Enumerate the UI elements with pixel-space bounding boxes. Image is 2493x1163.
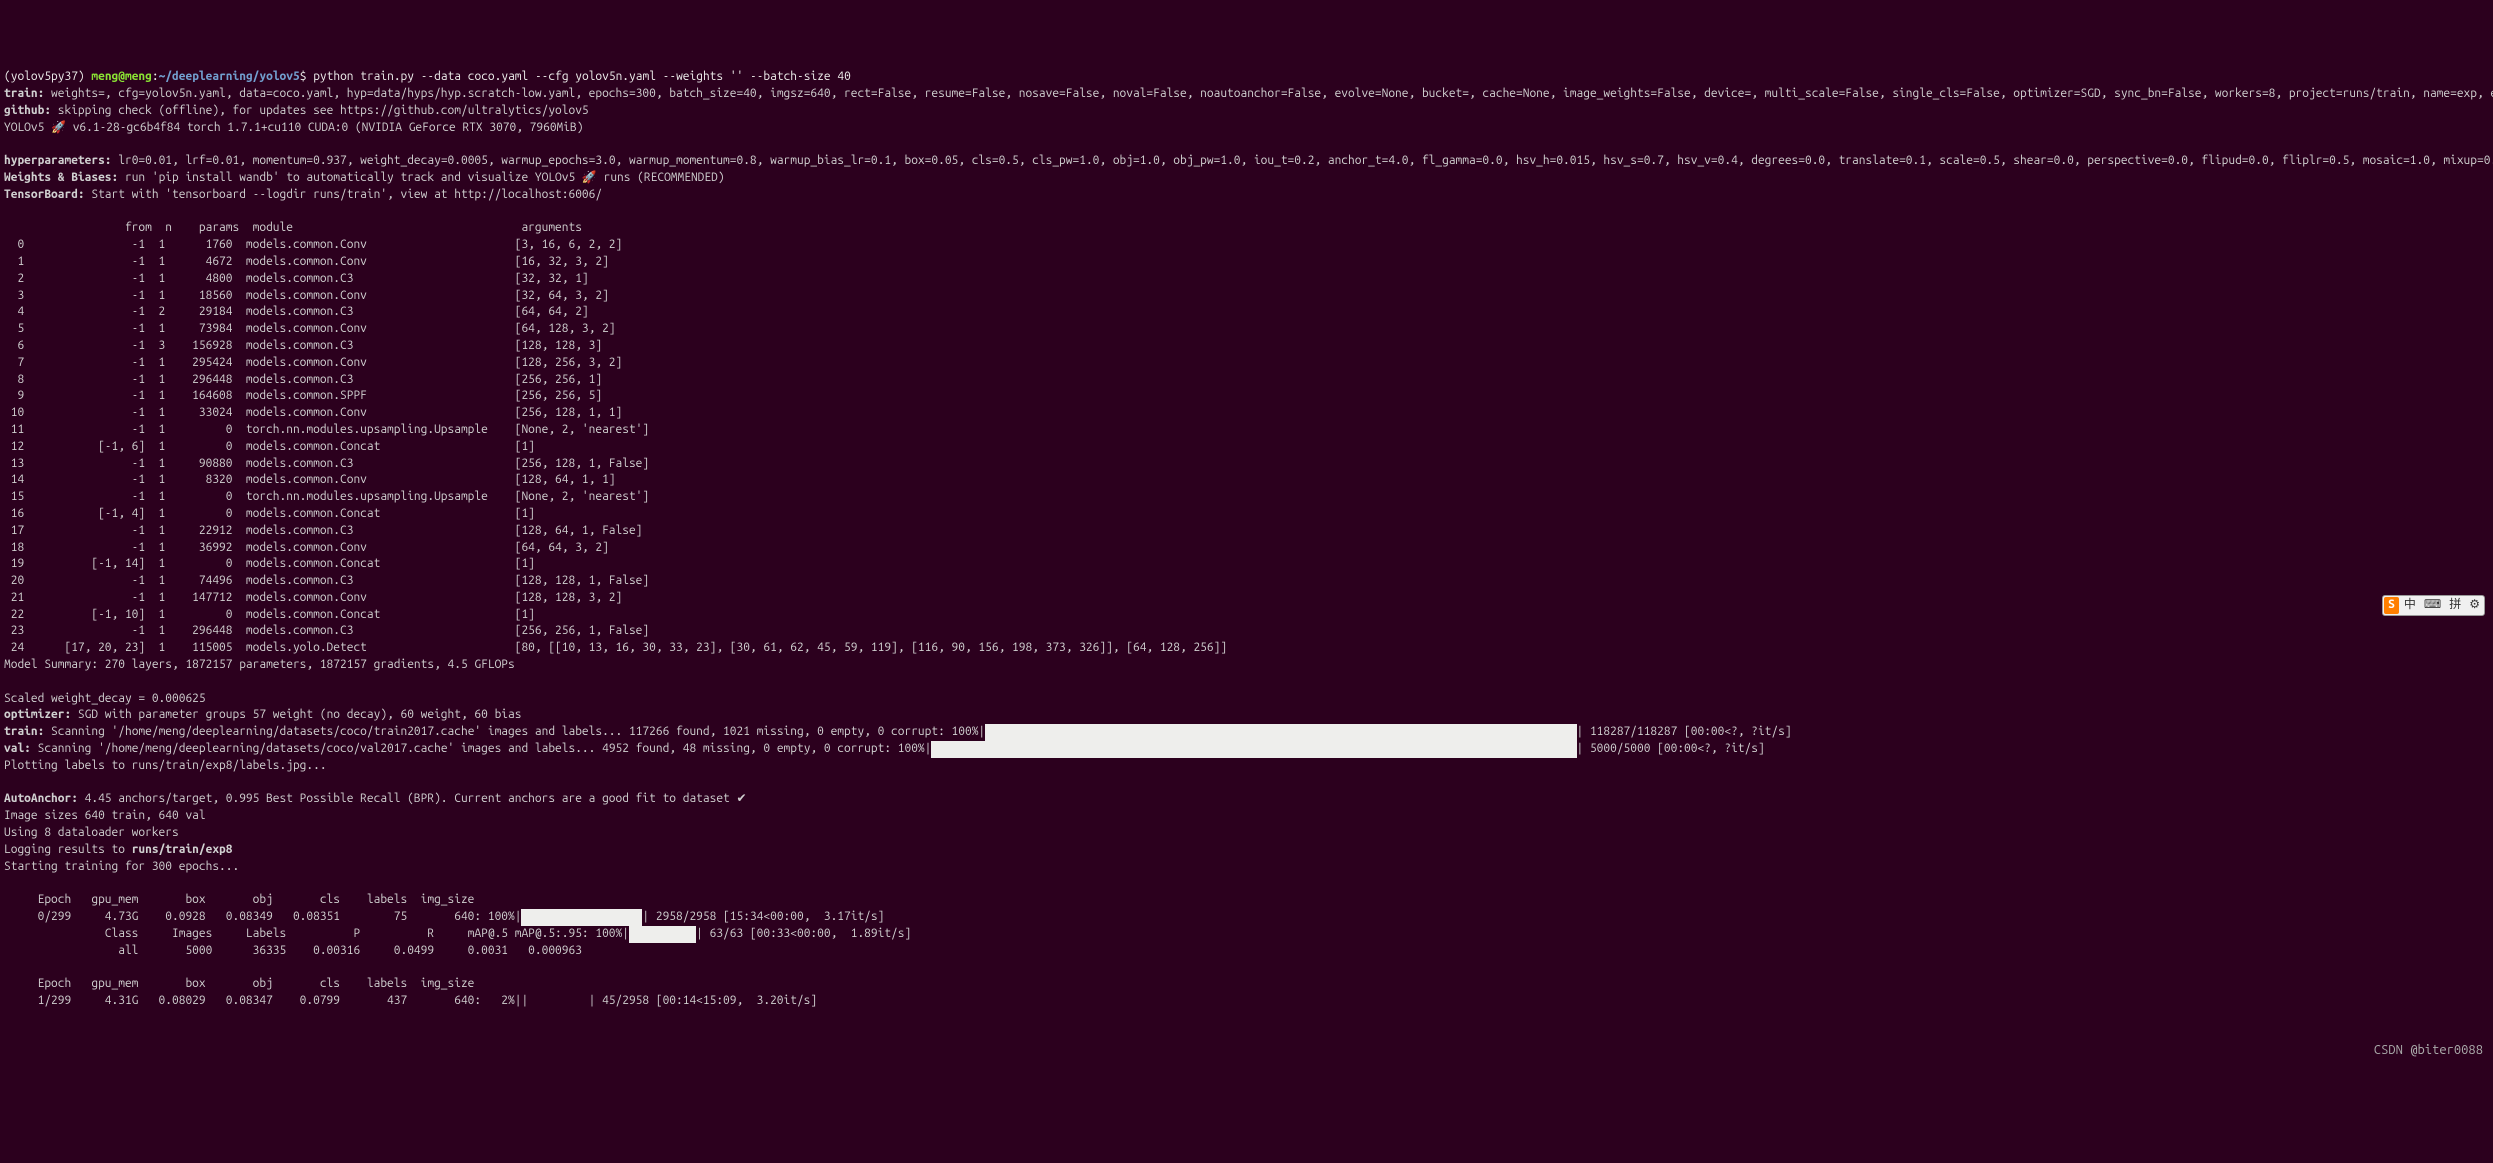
yolov5-version: YOLOv5 🚀 v6.1-28-gc6b4f84 torch 1.7.1+cu… — [4, 121, 583, 134]
keyboard-icon[interactable]: ⌨ — [2421, 597, 2444, 614]
model-row: 19 [-1, 14] 1 0 models.common.Concat [1] — [4, 557, 716, 570]
gear-icon[interactable]: ⚙ — [2466, 597, 2483, 614]
class-line: Class Images Labels P R mAP@.5 mAP@.5:.9… — [4, 927, 629, 940]
model-summary: Model Summary: 270 layers, 1872157 param… — [4, 658, 515, 671]
val-scan-label: val: — [4, 742, 31, 755]
model-row: 2 -1 1 4800 models.common.C3 [32, 32, 1] — [4, 272, 716, 285]
prompt-user: meng@meng — [91, 70, 151, 83]
autoanchor-label: AutoAnchor: — [4, 792, 78, 805]
model-row: 21 -1 1 147712 models.common.Conv [128, … — [4, 591, 716, 604]
tensorboard-label: TensorBoard: — [4, 188, 85, 201]
epoch-header: Epoch gpu_mem box obj cls labels img_siz… — [4, 893, 474, 906]
model-row: 8 -1 1 296448 models.common.C3 [256, 256… — [4, 373, 716, 386]
autoanchor-line: 4.45 anchors/target, 0.995 Best Possible… — [78, 792, 747, 805]
model-row: 4 -1 2 29184 models.common.C3 [64, 64, 2… — [4, 305, 716, 318]
watermark-text: CSDN @biter0088 — [2374, 1041, 2483, 1059]
model-row: 12 [-1, 6] 1 0 models.common.Concat [1] — [4, 440, 716, 453]
model-row: 11 -1 1 0 torch.nn.modules.upsampling.Up… — [4, 423, 716, 436]
github-label: github: — [4, 104, 51, 117]
train-scan-end: | 118287/118287 [00:00<?, ?it/s] — [1577, 725, 1792, 738]
model-row: 7 -1 1 295424 models.common.Conv [128, 2… — [4, 356, 716, 369]
prompt-dollar: $ — [300, 70, 307, 83]
progress-bar — [985, 724, 1576, 741]
val-scan-line: Scanning '/home/meng/deeplearning/datase… — [31, 742, 932, 755]
train-scan-line: Scanning '/home/meng/deeplearning/datase… — [44, 725, 985, 738]
model-row: 23 -1 1 296448 models.common.C3 [256, 25… — [4, 624, 716, 637]
train-args: weights=, cfg=yolov5n.yaml, data=coco.ya… — [44, 87, 2493, 100]
ime-pinyin[interactable]: 拼 — [2446, 597, 2464, 614]
class-line-post: | 63/63 [00:33<00:00, 1.89it/s] — [696, 927, 911, 940]
logging-path: runs/train/exp8 — [132, 843, 233, 856]
model-row: 0 -1 1 1760 models.common.Conv [3, 16, 6… — [4, 238, 716, 251]
optimizer-line: SGD with parameter groups 57 weight (no … — [71, 708, 521, 721]
terminal-output[interactable]: (yolov5py37) meng@meng:~/deeplearning/yo… — [4, 69, 2489, 1010]
model-row: 10 -1 1 33024 models.common.Conv [256, 1… — [4, 406, 716, 419]
logging-pre: Logging results to — [4, 843, 132, 856]
optimizer-label: optimizer: — [4, 708, 71, 721]
wandb-label: Weights & Biases: — [4, 171, 118, 184]
progress-bar — [521, 909, 642, 926]
ime-lang[interactable]: 中 — [2401, 597, 2419, 614]
model-row: 15 -1 1 0 torch.nn.modules.upsampling.Up… — [4, 490, 716, 503]
hyper-line: lr0=0.01, lrf=0.01, momentum=0.937, weig… — [112, 154, 2493, 167]
model-header: from n params module arguments — [4, 221, 723, 234]
progress-bar — [931, 741, 1576, 758]
train-label: train: — [4, 87, 44, 100]
epoch-line-post: | 2958/2958 [15:34<00:00, 3.17it/s] — [642, 910, 884, 923]
epoch-line: 1/299 4.31G 0.08029 0.08347 0.0799 437 6… — [4, 994, 817, 1007]
epoch-line: 0/299 4.73G 0.0928 0.08349 0.08351 75 64… — [4, 910, 521, 923]
tensorboard-line: Start with 'tensorboard --logdir runs/tr… — [85, 188, 602, 201]
dataloader-workers: Using 8 dataloader workers — [4, 826, 179, 839]
model-row: 13 -1 1 90880 models.common.C3 [256, 128… — [4, 457, 716, 470]
image-sizes: Image sizes 640 train, 640 val — [4, 809, 206, 822]
command-text: python train.py --data coco.yaml --cfg y… — [313, 70, 851, 83]
model-row: 5 -1 1 73984 models.common.Conv [64, 128… — [4, 322, 716, 335]
prompt-path: ~/deeplearning/yolov5 — [159, 70, 300, 83]
ime-toolbar[interactable]: S 中 ⌨ 拼 ⚙ — [2382, 595, 2485, 616]
model-row: 6 -1 3 156928 models.common.C3 [128, 128… — [4, 339, 716, 352]
wandb-line: run 'pip install wandb' to automatically… — [118, 171, 724, 184]
model-row: 18 -1 1 36992 models.common.Conv [64, 64… — [4, 541, 716, 554]
model-row: 17 -1 1 22912 models.common.C3 [128, 64,… — [4, 524, 716, 537]
model-row: 16 [-1, 4] 1 0 models.common.Concat [1] — [4, 507, 716, 520]
prompt-env: (yolov5py37) — [4, 70, 85, 83]
model-row: 20 -1 1 74496 models.common.C3 [128, 128… — [4, 574, 716, 587]
model-row: 22 [-1, 10] 1 0 models.common.Concat [1] — [4, 608, 716, 621]
hyper-label: hyperparameters: — [4, 154, 112, 167]
all-metrics-line: all 5000 36335 0.00316 0.0499 0.0031 0.0… — [4, 944, 582, 957]
model-row: 24 [17, 20, 23] 1 115005 models.yolo.Det… — [4, 641, 1227, 654]
model-row: 14 -1 1 8320 models.common.Conv [128, 64… — [4, 473, 716, 486]
train-scan-label: train: — [4, 725, 44, 738]
model-row: 9 -1 1 164608 models.common.SPPF [256, 2… — [4, 389, 716, 402]
sogou-logo-icon[interactable]: S — [2384, 597, 2399, 614]
scaled-weight-decay: Scaled weight_decay = 0.000625 — [4, 692, 206, 705]
progress-bar — [629, 926, 696, 943]
val-scan-end: | 5000/5000 [00:00<?, ?it/s] — [1577, 742, 1765, 755]
start-training: Starting training for 300 epochs... — [4, 860, 239, 873]
model-row: 3 -1 1 18560 models.common.Conv [32, 64,… — [4, 289, 716, 302]
epoch-header: Epoch gpu_mem box obj cls labels img_siz… — [4, 977, 474, 990]
prompt-sep: : — [152, 70, 159, 83]
plotting-line: Plotting labels to runs/train/exp8/label… — [4, 759, 327, 772]
model-row: 1 -1 1 4672 models.common.Conv [16, 32, … — [4, 255, 716, 268]
github-line: skipping check (offline), for updates se… — [51, 104, 589, 117]
